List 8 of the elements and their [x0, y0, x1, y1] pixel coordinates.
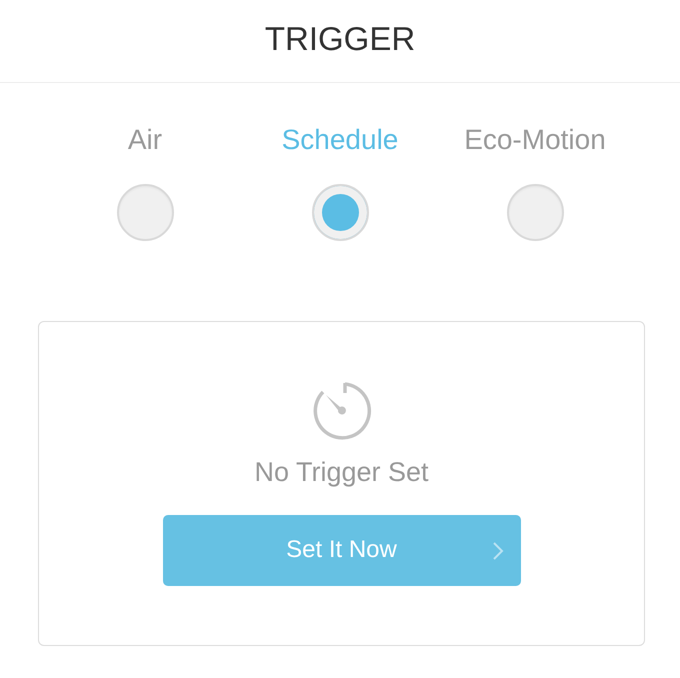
timer-icon: [310, 380, 372, 442]
set-it-now-button[interactable]: Set It Now: [162, 514, 520, 586]
trigger-option[interactable]: Eco-Motion: [464, 123, 606, 157]
trigger-option[interactable]: Air: [128, 123, 162, 157]
chevron-right-icon: [492, 540, 504, 560]
trigger-option[interactable]: Schedule: [282, 123, 398, 157]
page-title: TRIGGER: [264, 19, 416, 59]
empty-message: No Trigger Set: [254, 456, 429, 489]
